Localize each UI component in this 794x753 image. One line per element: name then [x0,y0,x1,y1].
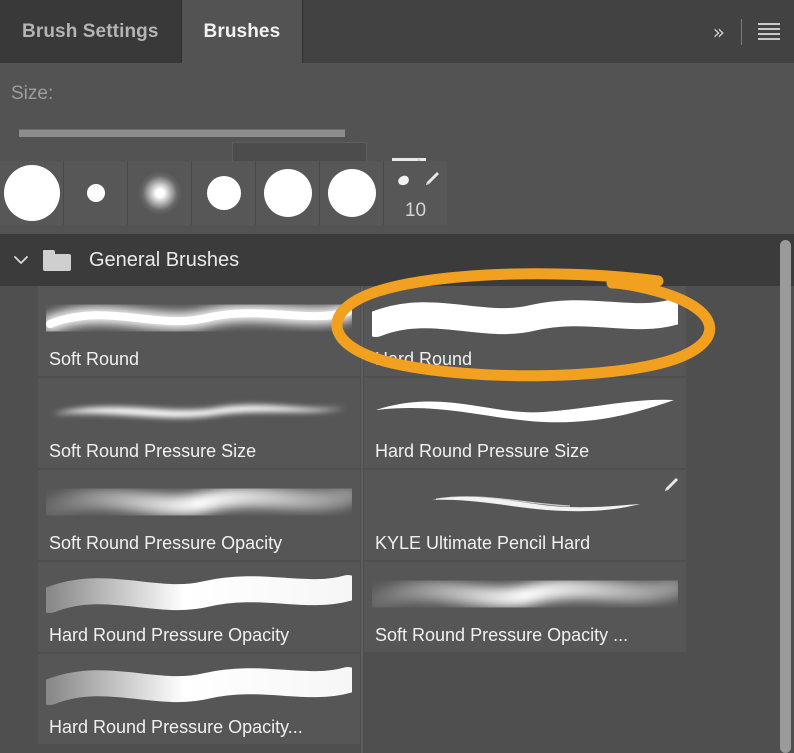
brush-preset-strip: 10 [0,161,447,225]
brush-tip-icon [665,478,678,491]
brush-item[interactable]: Hard Round Pressure Opacity [38,562,360,652]
brush-list-row: Hard Round Pressure Opacity... [0,654,794,746]
brush-item-name: Soft Round Pressure Opacity [49,533,283,553]
panel-tab-tools: » [707,0,784,63]
brush-item-name: Soft Round Pressure Size [49,441,257,461]
brush-item[interactable]: Soft Round Pressure Size [38,378,360,468]
brush-tip-shape [263,169,312,217]
brush-list-row: Hard Round Pressure Opacity Soft Round Pr… [0,562,794,654]
tab-brushes-label: Brushes [203,20,281,42]
brush-stroke-preview [46,575,352,613]
brush-item[interactable]: Soft Round [38,286,360,376]
brush-item[interactable]: Hard Round [364,286,686,376]
size-control-row: Size: [0,63,794,192]
brush-tip-shape [3,165,60,221]
preset-thumb-hard-round-tiny[interactable] [64,161,127,225]
brush-item-name: Hard Round Pressure Opacity [49,625,290,645]
tab-tools-divider [741,18,742,45]
brush-tip-shape [137,171,182,215]
brush-tip-icon [426,172,439,185]
tab-brush-settings-label: Brush Settings [22,20,159,42]
preset-thumb-hard-round-big[interactable] [256,161,319,225]
brush-stroke-preview [372,578,678,610]
brushes-panel: Brush Settings Brushes » Size: 10 Genera… [0,0,794,753]
folder-icon [43,249,71,271]
brush-item[interactable]: KYLE Ultimate Pencil Hard [364,470,686,560]
preset-thumb-hard-round-large[interactable] [0,161,63,225]
brush-tip-shape [206,176,241,210]
brush-stroke-preview [376,399,674,423]
brush-stroke-preview [46,486,352,518]
brush-item-name: Soft Round Pressure Opacity ... [375,625,629,645]
brush-list-row: Soft Round Hard Round [0,286,794,378]
brush-cell-empty [364,654,686,744]
preset-thumb-hard-round-big-2[interactable] [320,161,383,225]
preset-thumb-size-label: 10 [404,200,427,221]
vertical-scrollbar[interactable] [780,240,791,753]
brush-stroke-preview [46,667,352,705]
brush-list-row: Soft Round Pressure Size Hard Round Press… [0,378,794,470]
brush-tip-shape [327,169,376,217]
preset-thumb-hard-round-medium[interactable] [192,161,255,225]
brush-stroke-preview [372,299,678,337]
brush-item-name: Hard Round Pressure Opacity... [49,717,303,737]
size-slider[interactable] [19,129,345,137]
brush-stroke-preview [432,496,640,512]
hamburger-menu-icon[interactable] [754,21,784,42]
brush-group-header[interactable]: General Brushes [0,234,794,286]
brush-tip-shape [86,184,105,202]
double-chevron-right-icon[interactable]: » [707,18,729,46]
brush-item[interactable]: Hard Round Pressure Size [364,378,686,468]
brush-item[interactable]: Soft Round Pressure Opacity ... [364,562,686,652]
scrollbar-thumb[interactable] [780,240,791,753]
chevron-down-icon[interactable] [12,251,30,269]
brush-item[interactable]: Hard Round Pressure Opacity... [38,654,360,744]
brush-list: Soft Round Hard Round Soft Round Pressure … [0,286,794,753]
preset-thumb-brush-size-10[interactable]: 10 [384,161,447,225]
brush-item[interactable]: Soft Round Pressure Opacity [38,470,360,560]
size-label: Size: [11,83,54,104]
brush-item-name: KYLE Ultimate Pencil Hard [375,533,591,553]
tab-brushes[interactable]: Brushes [181,0,304,63]
brush-item-name: Hard Round Pressure Size [375,441,590,461]
tab-brush-settings[interactable]: Brush Settings [0,0,182,63]
brush-item-name: Hard Round [375,349,473,369]
panel-tab-bar: Brush Settings Brushes » [0,0,794,63]
brush-item-name: Soft Round [49,349,140,369]
brush-group-name: General Brushes [89,248,240,271]
brush-list-row: Soft Round Pressure Opacity KYLE Ultimate… [0,470,794,562]
brush-stroke-preview [52,405,346,418]
brush-stroke-preview [46,303,352,333]
preset-thumb-soft-round[interactable] [128,161,191,225]
brush-dab-icon [396,174,411,187]
